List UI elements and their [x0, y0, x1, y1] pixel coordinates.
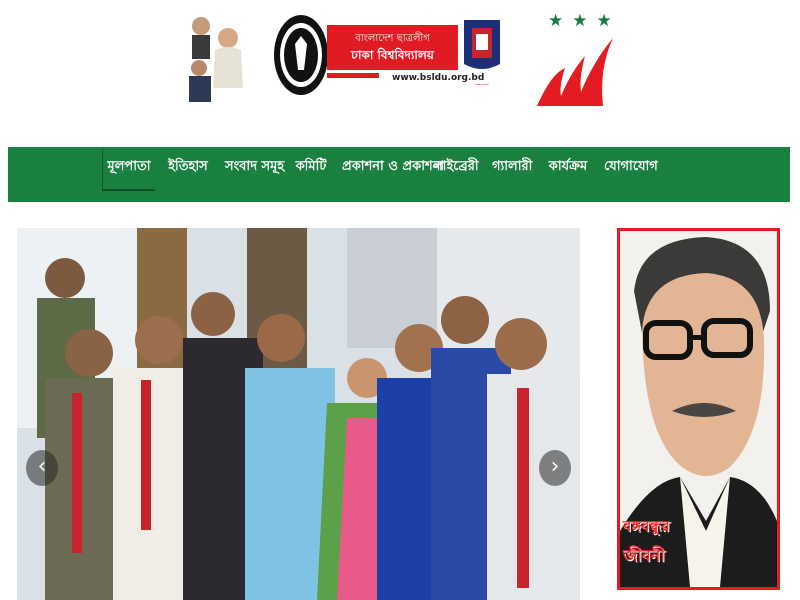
slider-next-button[interactable]: › [539, 450, 571, 486]
chhatra-league-emblem [274, 15, 328, 95]
nav-item-history[interactable]: ইতিহাস [168, 147, 208, 202]
bangabandhu-biography-banner[interactable]: বঙ্গবন্ধুর জীবনী [617, 228, 780, 590]
dhaka-university-logo: —— [464, 20, 500, 88]
banner-org-name: বাংলাদেশ ছাত্রলীগ [355, 33, 430, 44]
nav-item-publications[interactable]: প্রকাশনা ও প্রকাশনা [342, 147, 444, 202]
nav-item-activities[interactable]: কার্যক্রম [545, 147, 591, 202]
nav-item-committee[interactable]: কমিটি [293, 147, 329, 202]
biography-caption-line2: জীবনী [623, 546, 665, 565]
chevron-right-icon: › [550, 454, 560, 479]
nav-item-news[interactable]: সংবাদ সমূহ [225, 147, 284, 202]
leaders-portrait-image [185, 8, 245, 103]
slider-prev-button[interactable]: ‹ [26, 450, 58, 486]
biography-caption-line1: বঙ্গবন্ধুর [623, 517, 670, 535]
org-name-banner: বাংলাদেশ ছাত্রলীগ ঢাকা বিশ্ববিদ্যালয় [327, 25, 458, 70]
nav-item-home[interactable]: মূলপাতা [102, 149, 155, 190]
site-header: বাংলাদেশ ছাত্রলীগ ঢাকা বিশ্ববিদ্যালয় ww… [0, 0, 800, 125]
torch-flame-logo [537, 38, 613, 106]
nav-item-gallery[interactable]: গ্যালারী [492, 147, 532, 202]
nav-item-contact[interactable]: যোগাযোগ [604, 147, 658, 202]
chevron-left-icon: ‹ [37, 454, 47, 479]
main-navigation: মূলপাতা ইতিহাস সংবাদ সমূহ কমিটি প্রকাশনা… [8, 147, 790, 202]
banner-university-name: ঢাকা বিশ্ববিদ্যালয় [351, 48, 434, 62]
slider-group-photo [17, 228, 580, 600]
nav-item-library[interactable]: লাইব্রেরী [433, 147, 479, 202]
image-slider[interactable]: ‹ › [17, 228, 580, 600]
green-stars-icon: ★★★ [548, 11, 621, 31]
svg-text:——: —— [475, 80, 489, 88]
banner-underbar [327, 73, 379, 78]
